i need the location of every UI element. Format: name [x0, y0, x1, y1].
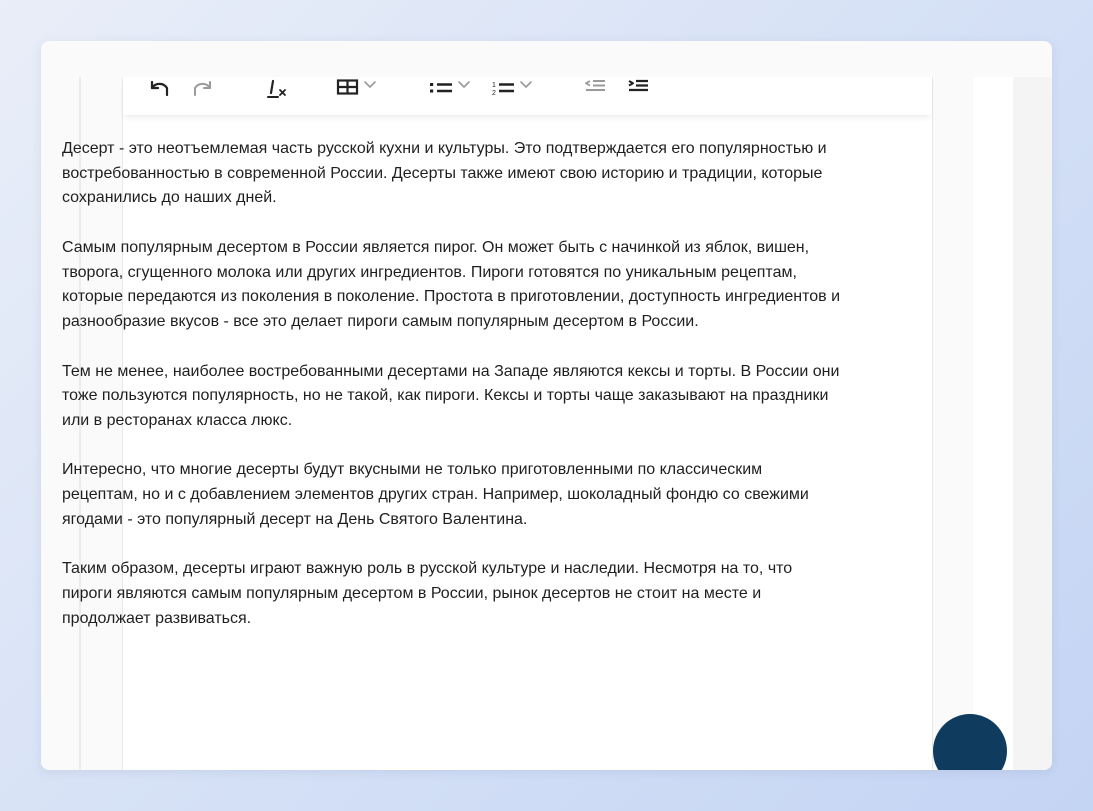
right-gutter [1013, 77, 1052, 770]
bulleted-list-icon[interactable] [428, 77, 456, 99]
numbered-list-icon[interactable]: 1 2 [491, 77, 519, 99]
paragraph-fusion: Интересно, что многие десерты будут вкус… [62, 461, 809, 528]
chevron-down-icon[interactable] [518, 77, 534, 99]
outdent-icon[interactable] [583, 77, 607, 99]
editor-toolbar: 1 2 [123, 77, 932, 115]
paragraph-conclusion: Таким образом, десерты играют важную рол… [62, 560, 793, 627]
app-card: 1 2 Десерт - это неотъемлемая часть русс… [41, 41, 1052, 770]
redo-icon[interactable] [191, 77, 215, 99]
table-icon[interactable] [335, 77, 361, 99]
svg-text:2: 2 [492, 90, 496, 97]
paragraph-pie: Самым популярным десертом в России являе… [62, 238, 841, 331]
chevron-down-icon[interactable] [456, 77, 472, 99]
clear-formatting-icon[interactable] [265, 77, 289, 99]
paragraph-west: Тем не менее, наиболее востребованными д… [62, 362, 840, 429]
right-side-panel [973, 77, 1013, 770]
indent-icon[interactable] [626, 77, 650, 99]
document-content[interactable]: Десерт - это неотъемлемая часть русской … [62, 137, 842, 656]
undo-icon[interactable] [147, 77, 171, 99]
chevron-down-icon[interactable] [362, 77, 378, 99]
paragraph-intro: Десерт - это неотъемлемая часть русской … [62, 140, 827, 207]
svg-text:1: 1 [492, 82, 496, 89]
